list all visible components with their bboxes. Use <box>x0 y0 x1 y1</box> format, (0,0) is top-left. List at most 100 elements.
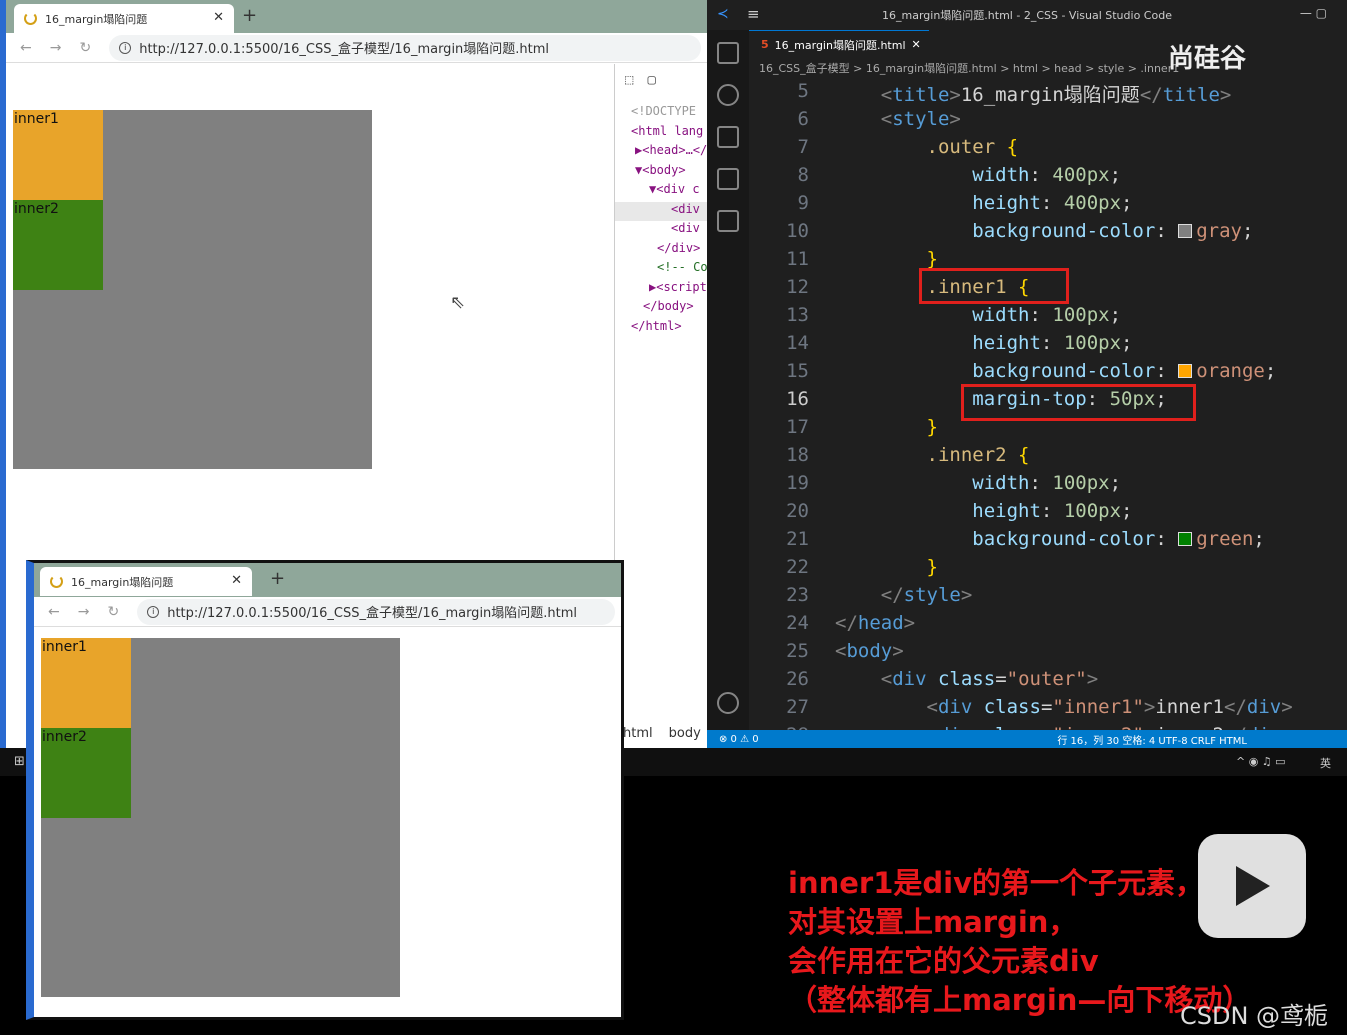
dom-line[interactable]: ▶<script <box>615 280 707 300</box>
line-number: 12 <box>786 276 809 298</box>
url-text: http://127.0.0.1:5500/16_CSS_盒子模型/16_mar… <box>139 42 550 57</box>
dom-line[interactable]: <!-- Co <box>615 260 707 280</box>
browser-tab-bar: 16_margin塌陷问题 ✕ + <box>6 0 707 33</box>
code-line: width: 400px; <box>972 164 1122 186</box>
code-line: height: 100px; <box>972 332 1133 354</box>
forward-icon[interactable]: → <box>78 604 90 620</box>
dom-line[interactable]: ▼<div c <box>615 182 707 202</box>
line-number: 6 <box>797 108 809 130</box>
code-line: background-color: green; <box>972 528 1265 550</box>
code-line: width: 100px; <box>972 304 1122 326</box>
address-bar: ← → ↻ i http://127.0.0.1:5500/16_CSS_盒子模… <box>34 597 621 627</box>
line-number: 20 <box>786 500 809 522</box>
color-swatch-green[interactable] <box>1178 532 1193 546</box>
code-line: } <box>926 248 938 270</box>
window-controls[interactable]: — ▢ <box>1300 6 1327 20</box>
reload-icon[interactable]: ↻ <box>79 40 91 56</box>
bilibili-play-icon <box>1198 834 1306 938</box>
line-number: 5 <box>797 80 809 102</box>
url-field[interactable]: i http://127.0.0.1:5500/16_CSS_盒子模型/16_m… <box>109 34 701 61</box>
code-line: background-color: orange; <box>972 360 1277 382</box>
activity-bar <box>707 30 749 730</box>
line-number: 9 <box>797 192 809 214</box>
crumb-html[interactable]: html <box>623 726 653 746</box>
inspect-icon[interactable]: ⬚ <box>625 72 633 96</box>
tab-title: 16_margin塌陷问题 <box>71 575 174 589</box>
menu-icon[interactable]: ≡ <box>747 5 760 23</box>
dom-line[interactable]: ▶<head>…</ <box>615 143 707 163</box>
line-number: 11 <box>786 248 809 270</box>
windows-start-icon[interactable]: ⊞ <box>14 754 25 769</box>
code-line: height: 400px; <box>972 192 1133 214</box>
close-tab-icon[interactable]: ✕ <box>213 10 224 25</box>
browser-tab[interactable]: 16_margin塌陷问题 ✕ <box>40 567 252 596</box>
back-icon[interactable]: ← <box>48 604 60 620</box>
window-title: 16_margin塌陷问题.html - 2_CSS - Visual Stud… <box>882 9 1172 22</box>
source-control-icon[interactable] <box>717 126 739 148</box>
browser-tab-bar: 16_margin塌陷问题 ✕ + <box>34 563 621 597</box>
close-tab-icon[interactable]: ✕ <box>231 573 242 588</box>
dom-line-selected[interactable]: <div <box>615 201 707 221</box>
browser-tab[interactable]: 16_margin塌陷问题 ✕ <box>14 4 234 33</box>
color-swatch-gray[interactable] <box>1178 224 1193 238</box>
dom-line[interactable]: ▼<body> <box>615 163 707 183</box>
watermark-logo: 尚硅谷 <box>1168 44 1247 74</box>
inner2-box: inner2 <box>13 200 103 290</box>
outer-box: inner1 inner2 <box>41 638 400 997</box>
line-number: 27 <box>786 696 809 718</box>
device-icon[interactable]: ▢ <box>647 72 655 96</box>
code-line: .inner2 { <box>926 444 1030 466</box>
color-swatch-orange[interactable] <box>1178 364 1193 378</box>
run-debug-icon[interactable] <box>717 168 739 190</box>
code-line: <title>16_margin塌陷问题</title> <box>835 84 1232 106</box>
browser-window-bottom: 16_margin塌陷问题 ✕ + ← → ↻ i http://127.0.0… <box>26 560 624 1020</box>
line-number: 14 <box>786 332 809 354</box>
tray-icons[interactable]: ^ ◉ ♫ ▭ <box>1236 755 1286 768</box>
code-line: background-color: gray; <box>972 220 1254 242</box>
highlight-box-inner1 <box>919 268 1069 304</box>
new-tab-icon[interactable]: + <box>270 568 285 589</box>
crumb-body[interactable]: body <box>669 726 701 746</box>
line-number: 10 <box>786 220 809 242</box>
code-line: </head> <box>835 612 916 634</box>
line-number: 19 <box>786 472 809 494</box>
new-tab-icon[interactable]: + <box>242 5 257 26</box>
code-line: } <box>926 556 938 578</box>
csdn-credit: CSDN @鸢栀w <box>1180 1002 1329 1035</box>
problems-status[interactable]: ⊗ 0 ⚠ 0 <box>719 734 759 745</box>
settings-gear-icon[interactable] <box>717 692 739 714</box>
line-number: 13 <box>786 304 809 326</box>
line-number: 18 <box>786 444 809 466</box>
reload-icon[interactable]: ↻ <box>107 604 119 620</box>
dom-line[interactable]: <html lang <box>615 124 707 144</box>
editor-status[interactable]: 行 16，列 30 空格: 4 UTF-8 CRLF HTML <box>1057 732 1247 747</box>
close-editor-icon[interactable]: ✕ <box>912 38 921 51</box>
html-file-icon: 5 <box>761 38 769 51</box>
status-bar: ⊗ 0 ⚠ 0 行 16，列 30 空格: 4 UTF-8 CRLF HTML <box>707 730 1347 748</box>
back-icon[interactable]: ← <box>20 40 32 56</box>
search-icon[interactable] <box>717 84 739 106</box>
forward-icon[interactable]: → <box>50 40 62 56</box>
dom-line[interactable]: </div> <box>615 241 707 261</box>
code-line: } <box>926 416 938 438</box>
breadcrumb[interactable]: 16_CSS_盒子模型 > 16_margin塌陷问题.html > html … <box>759 60 1179 76</box>
line-number: 21 <box>786 528 809 550</box>
line-number: 16 <box>786 388 809 410</box>
dom-line[interactable]: <div <box>615 221 707 241</box>
vscode-window: ≺ ≡ 16_margin塌陷问题.html - 2_CSS - Visual … <box>707 0 1347 748</box>
tab-title: 16_margin塌陷问题 <box>45 12 148 26</box>
page-favicon-icon <box>50 575 63 588</box>
dom-line[interactable]: </html> <box>615 319 707 339</box>
extensions-icon[interactable] <box>717 210 739 232</box>
vscode-titlebar: ≺ ≡ 16_margin塌陷问题.html - 2_CSS - Visual … <box>707 0 1347 30</box>
outer-box: inner1 inner2 <box>13 110 372 469</box>
inner2-box: inner2 <box>41 728 131 818</box>
code-line: width: 100px; <box>972 472 1122 494</box>
line-number: 23 <box>786 584 809 606</box>
url-field[interactable]: i http://127.0.0.1:5500/16_CSS_盒子模型/16_m… <box>137 598 615 625</box>
dom-line[interactable]: <!DOCTYPE <box>615 104 707 124</box>
editor-tab[interactable]: 5 16_margin塌陷问题.html ✕ <box>749 30 929 58</box>
ime-indicator[interactable]: 英 <box>1320 755 1331 771</box>
dom-line[interactable]: </body> <box>615 299 707 319</box>
explorer-icon[interactable] <box>717 42 739 64</box>
